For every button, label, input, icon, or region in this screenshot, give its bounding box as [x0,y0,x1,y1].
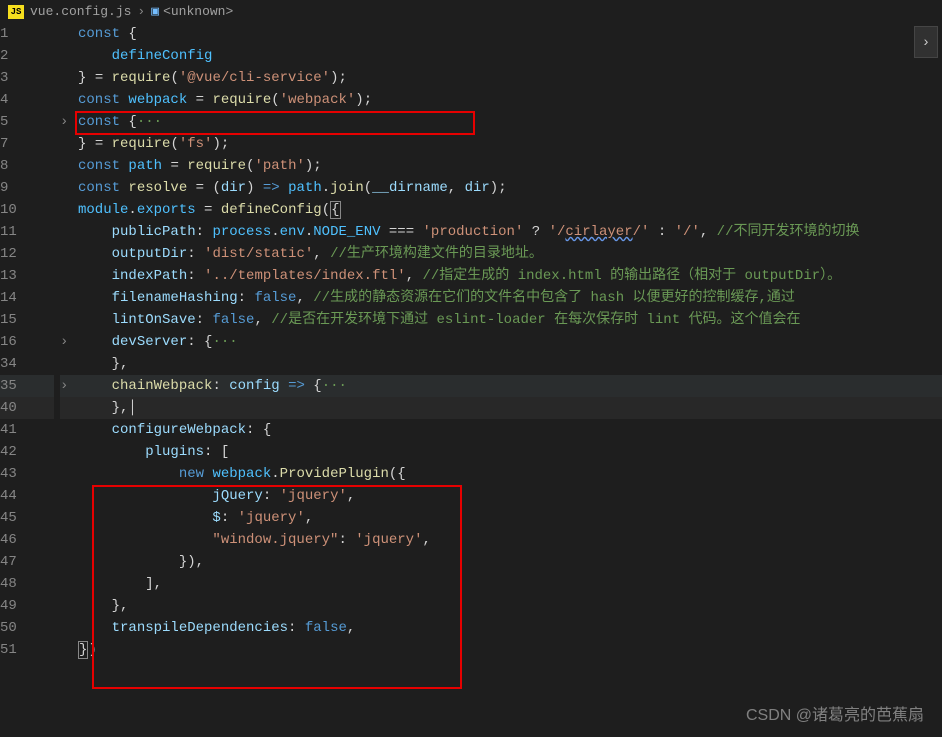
code-line[interactable]: ], [78,573,942,595]
fold-toggle [60,155,78,177]
breadcrumb: JS vue.config.js › ▣ <unknown> [0,0,942,23]
code-line[interactable]: }, [78,595,942,617]
code-line[interactable]: const path = require('path'); [78,155,942,177]
line-number: 43 [0,463,54,485]
line-number: 44 [0,485,54,507]
code-line[interactable]: module.exports = defineConfig({ [78,199,942,221]
line-number-gutter: 1234578910111213141516343540414243444546… [0,23,60,661]
fold-toggle [60,265,78,287]
line-number: 14 [0,287,54,309]
fold-toggle [60,221,78,243]
fold-toggle[interactable]: › [60,111,78,133]
code-line[interactable]: chainWebpack: config => {··· [78,375,942,397]
code-line[interactable]: publicPath: process.env.NODE_ENV === 'pr… [78,221,942,243]
fold-toggle [60,397,78,419]
fold-toggle [60,617,78,639]
line-number: 42 [0,441,54,463]
code-line[interactable]: defineConfig [78,45,942,67]
code-area[interactable]: const { defineConfig} = require('@vue/cl… [78,23,942,661]
fold-toggle [60,595,78,617]
fold-toggle [60,309,78,331]
fold-toggle [60,243,78,265]
code-line[interactable]: plugins: [ [78,441,942,463]
fold-toggle [60,551,78,573]
code-line[interactable]: const {··· [78,111,942,133]
code-line[interactable]: },│ [78,397,942,419]
fold-toggle [60,529,78,551]
fold-toggle [60,485,78,507]
code-line[interactable]: "window.jquery": 'jquery', [78,529,942,551]
line-number: 35 [0,375,54,397]
code-line[interactable]: const { [78,23,942,45]
code-line[interactable]: jQuery: 'jquery', [78,485,942,507]
breadcrumb-file[interactable]: vue.config.js [30,4,131,19]
line-number: 48 [0,573,54,595]
line-number: 49 [0,595,54,617]
line-number: 41 [0,419,54,441]
fold-toggle [60,67,78,89]
line-number: 16 [0,331,54,353]
fold-toggle [60,441,78,463]
code-editor[interactable]: 1234578910111213141516343540414243444546… [0,23,942,661]
fold-toggle[interactable]: › [60,331,78,353]
fold-toggle [60,177,78,199]
fold-toggle [60,463,78,485]
code-line[interactable]: transpileDependencies: false, [78,617,942,639]
chevron-right-icon: › [137,4,145,19]
line-number: 13 [0,265,54,287]
line-number: 46 [0,529,54,551]
fold-toggle [60,199,78,221]
line-number: 51 [0,639,54,661]
fold-toggle [60,353,78,375]
code-line[interactable]: configureWebpack: { [78,419,942,441]
line-number: 10 [0,199,54,221]
code-line[interactable]: new webpack.ProvidePlugin({ [78,463,942,485]
fold-toggle [60,89,78,111]
line-number: 50 [0,617,54,639]
code-line[interactable]: indexPath: '../templates/index.ftl', //指… [78,265,942,287]
fold-toggle [60,287,78,309]
code-line[interactable]: devServer: {··· [78,331,942,353]
line-number: 2 [0,45,54,67]
line-number: 45 [0,507,54,529]
fold-toggle [60,507,78,529]
line-number: 12 [0,243,54,265]
fold-toggle [60,45,78,67]
watermark: CSDN @诸葛亮的芭蕉扇 [746,701,924,725]
line-number: 5 [0,111,54,133]
line-number: 40 [0,397,54,419]
code-line[interactable]: lintOnSave: false, //是否在开发环境下通过 eslint-l… [78,309,942,331]
code-line[interactable]: }, [78,353,942,375]
code-line[interactable]: const webpack = require('webpack'); [78,89,942,111]
code-line[interactable]: }) [78,639,942,661]
fold-gutter[interactable]: › › › [60,23,78,661]
breadcrumb-symbol[interactable]: <unknown> [163,4,233,19]
line-number: 15 [0,309,54,331]
line-number: 47 [0,551,54,573]
fold-toggle [60,133,78,155]
code-line[interactable]: filenameHashing: false, //生成的静态资源在它们的文件名… [78,287,942,309]
line-number: 4 [0,89,54,111]
line-number: 11 [0,221,54,243]
line-number: 3 [0,67,54,89]
fold-toggle [60,419,78,441]
code-line[interactable]: const resolve = (dir) => path.join(__dir… [78,177,942,199]
line-number: 7 [0,133,54,155]
code-line[interactable]: } = require('fs'); [78,133,942,155]
code-line[interactable]: outputDir: 'dist/static', //生产环境构建文件的目录地… [78,243,942,265]
fold-toggle[interactable]: › [60,375,78,397]
line-number: 1 [0,23,54,45]
fold-toggle [60,573,78,595]
code-line[interactable]: }), [78,551,942,573]
symbol-icon: ▣ [151,4,159,19]
line-number: 9 [0,177,54,199]
line-number: 8 [0,155,54,177]
fold-toggle [60,639,78,661]
line-number: 34 [0,353,54,375]
fold-toggle [60,23,78,45]
js-file-icon: JS [8,5,24,19]
code-line[interactable]: } = require('@vue/cli-service'); [78,67,942,89]
code-line[interactable]: $: 'jquery', [78,507,942,529]
